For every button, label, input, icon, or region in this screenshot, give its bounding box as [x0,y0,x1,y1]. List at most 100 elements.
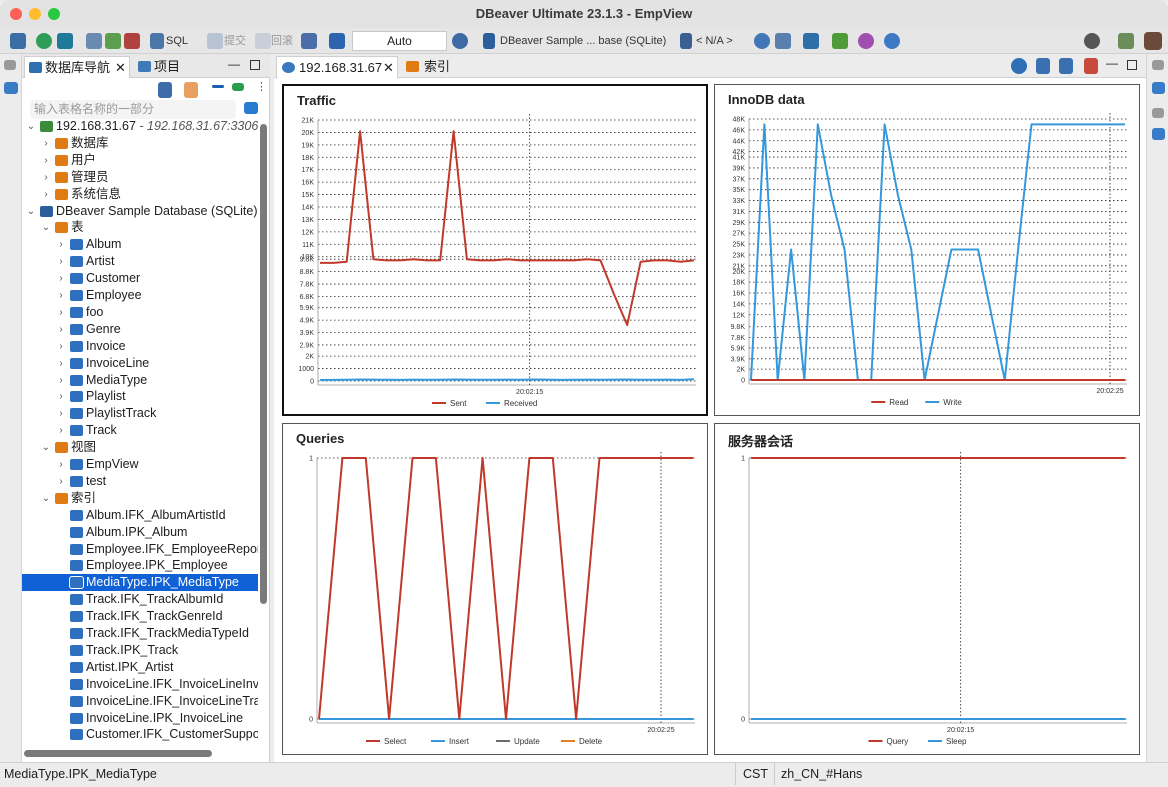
tree-item[interactable]: › Customer [22,270,258,287]
tree-item[interactable]: › Track [22,422,258,439]
chevron-down-icon[interactable]: ⌄ [41,439,51,456]
chevron-right-icon[interactable]: › [56,304,66,321]
tree-item[interactable]: › 系统信息 [22,186,258,203]
tree-item[interactable]: ⌄ DBeaver Sample Database (SQLite) [22,203,258,220]
tree-item[interactable]: › 数据库 [22,135,258,152]
tree-item[interactable]: ⌄ 表 [22,219,258,236]
chevron-right-icon[interactable]: › [56,372,66,389]
bug-icon[interactable] [832,33,848,49]
tree-item[interactable]: MediaType.IPK_MediaType [22,574,258,592]
close-icon[interactable]: ✕ [383,57,394,79]
tree-item[interactable]: ⌄ 视图 [22,439,258,456]
close-icon[interactable]: ✕ [115,57,126,79]
chevron-right-icon[interactable]: › [56,473,66,490]
transaction-mode-icon[interactable] [301,33,317,49]
chevron-down-icon[interactable]: ⌄ [41,219,51,236]
schema-selector[interactable]: < N/A > [696,31,733,51]
chevron-right-icon[interactable]: › [56,338,66,355]
console-icon[interactable] [4,82,18,94]
datasource-selector[interactable]: DBeaver Sample ... base (SQLite) [500,31,666,51]
restore-icon[interactable] [1152,60,1164,70]
tree-item[interactable]: InvoiceLine.IPK_InvoiceLine [22,710,258,727]
disconnect-icon[interactable] [124,33,140,49]
chevron-down-icon[interactable]: ⌄ [26,203,36,220]
chevron-right-icon[interactable]: › [41,186,51,203]
tree-item[interactable]: ⌄ 192.168.31.67 - 192.168.31.67:3306 [22,118,258,135]
tree-item[interactable]: InvoiceLine.IFK_InvoiceLineInvoiceId [22,676,258,693]
chevron-right-icon[interactable]: › [41,152,51,169]
chevron-down-icon[interactable]: ⌄ [26,118,36,135]
chevron-right-icon[interactable]: › [56,422,66,439]
maximize-icon[interactable] [1127,60,1137,70]
layout-alt-icon[interactable] [1059,58,1073,74]
tree-vertical-scrollbar[interactable] [260,124,267,604]
tree-item[interactable]: Album.IPK_Album [22,524,258,541]
properties-icon[interactable] [1152,82,1165,94]
link-editor-icon[interactable] [232,83,244,91]
minimize-window-button[interactable] [29,8,41,20]
restore-icon[interactable] [4,60,16,70]
plug-icon[interactable] [86,33,102,49]
clear-icon[interactable] [1084,58,1098,74]
chevron-right-icon[interactable]: › [56,236,66,253]
tree-item[interactable]: › Album [22,236,258,253]
tree-item[interactable]: Track.IFK_TrackAlbumId [22,591,258,608]
view-menu-icon[interactable]: ⋮ [256,80,267,93]
search-icon[interactable] [1084,33,1100,49]
chevron-right-icon[interactable]: › [56,355,66,372]
tree-item[interactable]: Artist.IPK_Artist [22,659,258,676]
tree-item[interactable]: › test [22,473,258,490]
tab-server-dashboard[interactable]: 192.168.31.67 ✕ [276,56,398,78]
collapse-all-icon[interactable] [212,85,224,88]
tree-item[interactable]: › InvoiceLine [22,355,258,372]
gear-icon[interactable] [1011,58,1027,74]
reconnect-icon[interactable] [105,33,121,49]
tree-item[interactable]: › Invoice [22,338,258,355]
rollback-button[interactable]: 回滚 [271,31,293,51]
history-icon[interactable] [452,33,468,49]
chevron-right-icon[interactable]: › [56,321,66,338]
new-connection-icon[interactable] [10,33,26,49]
tree-item[interactable]: › PlaylistTrack [22,405,258,422]
auto-commit-box[interactable]: Auto [352,31,447,51]
chevron-right-icon[interactable]: › [56,253,66,270]
maximize-icon[interactable] [250,60,260,70]
tree-item[interactable]: › foo [22,304,258,321]
connect-icon[interactable] [36,33,52,49]
tree-item[interactable]: › Employee [22,287,258,304]
tree-item[interactable]: InvoiceLine.IFK_InvoiceLineTrackId [22,693,258,710]
tab-project[interactable]: 项目 [134,56,204,78]
commit-icon[interactable] [207,33,223,49]
outline-icon[interactable] [1152,128,1165,140]
sql-editor-icon[interactable] [150,33,164,49]
tree-item[interactable]: Employee.IFK_EmployeeReportsTo [22,541,258,558]
monitor-icon[interactable] [775,33,791,49]
filter-icon[interactable] [244,102,258,114]
minimize-icon[interactable]: — [228,57,240,71]
sql-button[interactable]: SQL [166,31,188,51]
chevron-right-icon[interactable]: › [56,388,66,405]
tree-item[interactable]: › Artist [22,253,258,270]
plugin-icon[interactable] [858,33,874,49]
tab-index[interactable]: 索引 [402,56,462,78]
layout-icon[interactable] [1036,58,1050,74]
tree-item[interactable]: ⌄ 索引 [22,490,258,507]
perspective-icon[interactable] [1118,33,1134,49]
tree-item[interactable]: › 用户 [22,152,258,169]
tree-item[interactable]: › Playlist [22,388,258,405]
chevron-right-icon[interactable]: › [56,405,66,422]
tree-item[interactable]: Customer.IFK_CustomerSupportRepId [22,726,258,743]
chevron-down-icon[interactable]: ⌄ [41,490,51,507]
find-icon[interactable] [884,33,900,49]
lock-icon[interactable] [329,33,345,49]
table-filter-input[interactable]: 输入表格名称的一部分 [30,100,236,119]
tree-item[interactable]: Track.IFK_TrackGenreId [22,608,258,625]
tree-item[interactable]: › Genre [22,321,258,338]
avatar[interactable] [1144,32,1162,50]
restore-icon[interactable] [1152,108,1164,118]
zoom-window-button[interactable] [48,8,60,20]
tree-item[interactable]: Track.IFK_TrackMediaTypeId [22,625,258,642]
commit-button[interactable]: 提交 [224,31,246,51]
tree-item[interactable]: › 管理员 [22,169,258,186]
rollback-icon[interactable] [255,33,271,49]
